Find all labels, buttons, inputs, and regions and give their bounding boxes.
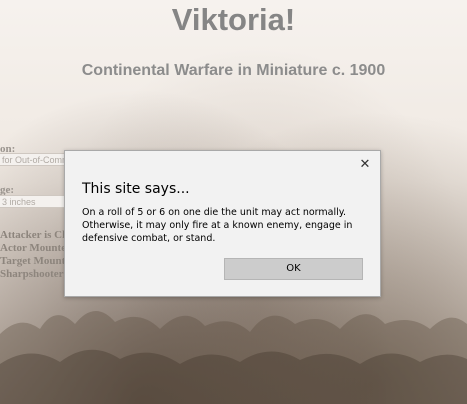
option-actor-mounted[interactable]: Actor Mounte xyxy=(0,242,66,254)
option-target-mounted[interactable]: Target Mounte xyxy=(0,255,70,267)
ok-button[interactable]: OK xyxy=(224,258,363,280)
condition-select[interactable]: for Out-of-Comm xyxy=(0,153,70,166)
range-select[interactable]: 3 inches xyxy=(0,195,70,208)
alert-dialog: ✕ This site says... On a roll of 5 or 6 … xyxy=(64,150,381,297)
close-icon[interactable]: ✕ xyxy=(357,156,373,172)
page-subtitle: Continental Warfare in Miniature c. 1900 xyxy=(81,62,386,79)
page-title: Viktoria! xyxy=(171,2,296,37)
dialog-message: On a roll of 5 or 6 on one die the unit … xyxy=(82,207,353,244)
dialog-title: This site says... xyxy=(82,181,190,197)
option-attacker-charging[interactable]: Attacker is Ch xyxy=(0,229,68,241)
option-sharpshooter[interactable]: Sharpshooter xyxy=(0,268,64,280)
